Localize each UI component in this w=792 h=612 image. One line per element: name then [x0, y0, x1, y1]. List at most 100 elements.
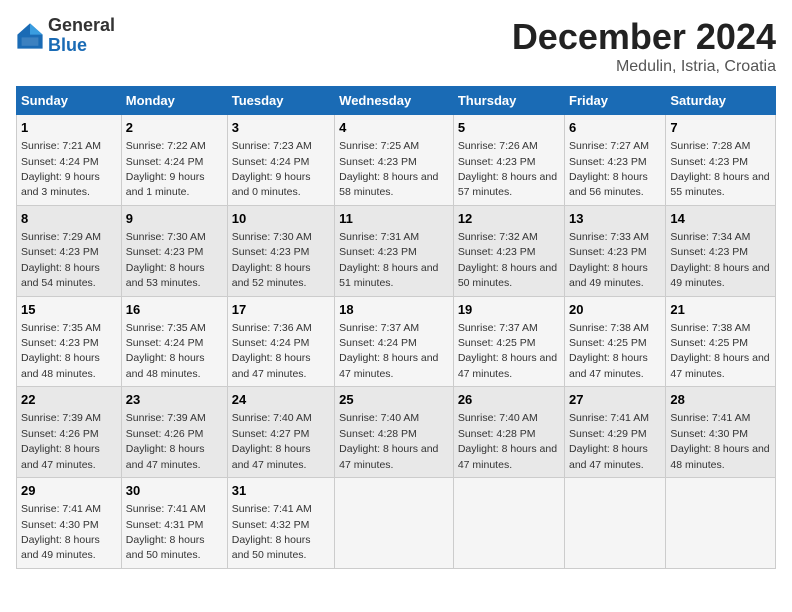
- calendar-cell: 19Sunrise: 7:37 AMSunset: 4:25 PMDayligh…: [453, 296, 564, 387]
- calendar-cell: 11 Sunrise: 7:31 AMSunset: 4:23 PMDayligh…: [335, 205, 454, 296]
- day-number: 8: [21, 210, 117, 228]
- calendar-cell: 27 Sunrise: 7:41 AMSunset: 4:29 PMDayligh…: [565, 387, 666, 478]
- week-row-4: 22Sunrise: 7:39 AMSunset: 4:26 PMDayligh…: [17, 387, 776, 478]
- day-info: Sunrise: 7:33 AMSunset: 4:23 PMDaylight:…: [569, 231, 649, 289]
- day-info: Sunrise: 7:41 AMSunset: 4:29 PMDaylight:…: [569, 412, 649, 470]
- day-number: 2: [126, 119, 223, 137]
- calendar-cell: 31 Sunrise: 7:41 AMSunset: 4:32 PMDayligh…: [227, 478, 334, 569]
- calendar-cell: [565, 478, 666, 569]
- day-number: 13: [569, 210, 661, 228]
- day-number: 29: [21, 482, 117, 500]
- day-number: 31: [232, 482, 330, 500]
- weekday-header-thursday: Thursday: [453, 87, 564, 115]
- calendar-cell: 23 Sunrise: 7:39 AMSunset: 4:26 PMDayligh…: [121, 387, 227, 478]
- day-number: 6: [569, 119, 661, 137]
- day-number: 21: [670, 301, 771, 319]
- day-number: 11: [339, 210, 449, 228]
- day-info: Sunrise: 7:41 AMSunset: 4:31 PMDaylight:…: [126, 503, 206, 561]
- calendar-cell: 18Sunrise: 7:37 AMSunset: 4:24 PMDayligh…: [335, 296, 454, 387]
- calendar-cell: 28Sunrise: 7:41 AMSunset: 4:30 PMDayligh…: [666, 387, 776, 478]
- calendar-cell: 1 Sunrise: 7:21 AMSunset: 4:24 PMDaylight…: [17, 115, 122, 206]
- logo-text: General Blue: [48, 16, 115, 56]
- calendar-cell: 29 Sunrise: 7:41 AMSunset: 4:30 PMDayligh…: [17, 478, 122, 569]
- day-number: 7: [670, 119, 771, 137]
- day-info: Sunrise: 7:40 AMSunset: 4:28 PMDaylight:…: [458, 412, 557, 470]
- day-info: Sunrise: 7:35 AMSunset: 4:24 PMDaylight:…: [126, 322, 206, 380]
- calendar-cell: 14 Sunrise: 7:34 AMSunset: 4:23 PMDayligh…: [666, 205, 776, 296]
- day-info: Sunrise: 7:25 AMSunset: 4:23 PMDaylight:…: [339, 140, 438, 198]
- weekday-header-sunday: Sunday: [17, 87, 122, 115]
- weekday-header-saturday: Saturday: [666, 87, 776, 115]
- logo-line2: Blue: [48, 36, 115, 56]
- day-info: Sunrise: 7:39 AMSunset: 4:26 PMDaylight:…: [126, 412, 206, 470]
- title-section: December 2024 Medulin, Istria, Croatia: [512, 16, 776, 76]
- day-number: 30: [126, 482, 223, 500]
- weekday-header-wednesday: Wednesday: [335, 87, 454, 115]
- calendar-cell: 7 Sunrise: 7:28 AMSunset: 4:23 PMDaylight…: [666, 115, 776, 206]
- day-info: Sunrise: 7:21 AMSunset: 4:24 PMDaylight:…: [21, 140, 101, 198]
- calendar-cell: 20 Sunrise: 7:38 AMSunset: 4:25 PMDayligh…: [565, 296, 666, 387]
- calendar-cell: 26 Sunrise: 7:40 AMSunset: 4:28 PMDayligh…: [453, 387, 564, 478]
- day-info: Sunrise: 7:26 AMSunset: 4:23 PMDaylight:…: [458, 140, 557, 198]
- calendar-cell: 15 Sunrise: 7:35 AMSunset: 4:23 PMDayligh…: [17, 296, 122, 387]
- day-info: Sunrise: 7:41 AMSunset: 4:30 PMDaylight:…: [21, 503, 101, 561]
- day-info: Sunrise: 7:30 AMSunset: 4:23 PMDaylight:…: [232, 231, 312, 289]
- week-row-3: 15 Sunrise: 7:35 AMSunset: 4:23 PMDayligh…: [17, 296, 776, 387]
- calendar-cell: 3 Sunrise: 7:23 AMSunset: 4:24 PMDaylight…: [227, 115, 334, 206]
- calendar-cell: 9 Sunrise: 7:30 AMSunset: 4:23 PMDaylight…: [121, 205, 227, 296]
- day-number: 9: [126, 210, 223, 228]
- calendar-cell: 4 Sunrise: 7:25 AMSunset: 4:23 PMDaylight…: [335, 115, 454, 206]
- main-title: December 2024: [512, 16, 776, 58]
- day-info: Sunrise: 7:35 AMSunset: 4:23 PMDaylight:…: [21, 322, 101, 380]
- day-info: Sunrise: 7:30 AMSunset: 4:23 PMDaylight:…: [126, 231, 206, 289]
- day-number: 27: [569, 391, 661, 409]
- day-number: 5: [458, 119, 560, 137]
- calendar-cell: 5 Sunrise: 7:26 AMSunset: 4:23 PMDaylight…: [453, 115, 564, 206]
- day-info: Sunrise: 7:38 AMSunset: 4:25 PMDaylight:…: [670, 322, 769, 380]
- calendar-cell: 2 Sunrise: 7:22 AMSunset: 4:24 PMDaylight…: [121, 115, 227, 206]
- subtitle: Medulin, Istria, Croatia: [512, 58, 776, 76]
- calendar-cell: [453, 478, 564, 569]
- day-number: 23: [126, 391, 223, 409]
- weekday-header-friday: Friday: [565, 87, 666, 115]
- day-number: 4: [339, 119, 449, 137]
- day-number: 10: [232, 210, 330, 228]
- day-info: Sunrise: 7:31 AMSunset: 4:23 PMDaylight:…: [339, 231, 438, 289]
- day-number: 15: [21, 301, 117, 319]
- day-number: 26: [458, 391, 560, 409]
- logo-icon: [16, 22, 44, 50]
- day-number: 3: [232, 119, 330, 137]
- day-info: Sunrise: 7:41 AMSunset: 4:32 PMDaylight:…: [232, 503, 312, 561]
- day-info: Sunrise: 7:27 AMSunset: 4:23 PMDaylight:…: [569, 140, 649, 198]
- logo: General Blue: [16, 16, 115, 56]
- day-number: 18: [339, 301, 449, 319]
- day-info: Sunrise: 7:34 AMSunset: 4:23 PMDaylight:…: [670, 231, 769, 289]
- weekday-header-row: SundayMondayTuesdayWednesdayThursdayFrid…: [17, 87, 776, 115]
- week-row-2: 8 Sunrise: 7:29 AMSunset: 4:23 PMDaylight…: [17, 205, 776, 296]
- day-info: Sunrise: 7:22 AMSunset: 4:24 PMDaylight:…: [126, 140, 206, 198]
- calendar-cell: 6 Sunrise: 7:27 AMSunset: 4:23 PMDaylight…: [565, 115, 666, 206]
- calendar-cell: 30 Sunrise: 7:41 AMSunset: 4:31 PMDayligh…: [121, 478, 227, 569]
- day-number: 16: [126, 301, 223, 319]
- day-info: Sunrise: 7:40 AMSunset: 4:27 PMDaylight:…: [232, 412, 312, 470]
- day-info: Sunrise: 7:36 AMSunset: 4:24 PMDaylight:…: [232, 322, 312, 380]
- day-number: 25: [339, 391, 449, 409]
- day-info: Sunrise: 7:29 AMSunset: 4:23 PMDaylight:…: [21, 231, 101, 289]
- calendar-cell: 22Sunrise: 7:39 AMSunset: 4:26 PMDayligh…: [17, 387, 122, 478]
- calendar-cell: 12Sunrise: 7:32 AMSunset: 4:23 PMDayligh…: [453, 205, 564, 296]
- calendar-table: SundayMondayTuesdayWednesdayThursdayFrid…: [16, 86, 776, 569]
- week-row-5: 29 Sunrise: 7:41 AMSunset: 4:30 PMDayligh…: [17, 478, 776, 569]
- day-number: 1: [21, 119, 117, 137]
- day-info: Sunrise: 7:23 AMSunset: 4:24 PMDaylight:…: [232, 140, 312, 198]
- weekday-header-tuesday: Tuesday: [227, 87, 334, 115]
- day-number: 14: [670, 210, 771, 228]
- calendar-cell: 24Sunrise: 7:40 AMSunset: 4:27 PMDayligh…: [227, 387, 334, 478]
- day-number: 17: [232, 301, 330, 319]
- day-info: Sunrise: 7:38 AMSunset: 4:25 PMDaylight:…: [569, 322, 649, 380]
- page-header: General Blue December 2024 Medulin, Istr…: [16, 16, 776, 76]
- day-info: Sunrise: 7:32 AMSunset: 4:23 PMDaylight:…: [458, 231, 557, 289]
- day-info: Sunrise: 7:28 AMSunset: 4:23 PMDaylight:…: [670, 140, 769, 198]
- day-number: 20: [569, 301, 661, 319]
- day-number: 28: [670, 391, 771, 409]
- calendar-cell: 21 Sunrise: 7:38 AMSunset: 4:25 PMDayligh…: [666, 296, 776, 387]
